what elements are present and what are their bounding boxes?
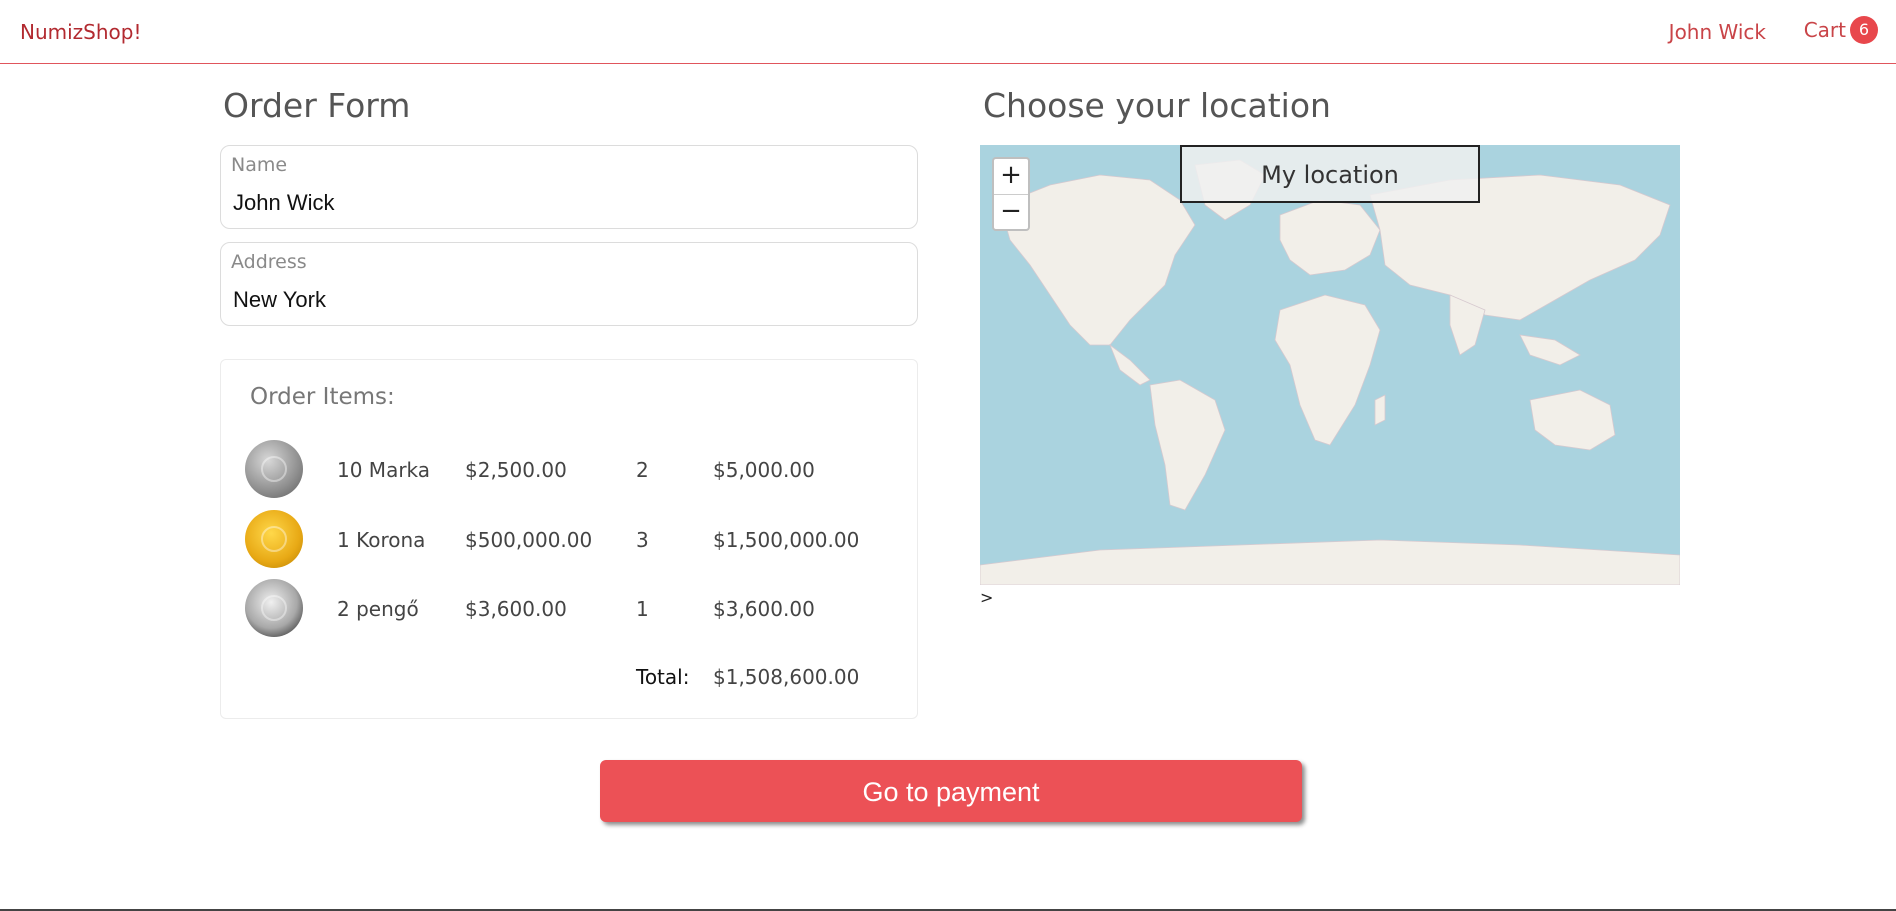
zoom-out-button[interactable]: − bbox=[994, 195, 1028, 230]
cart-label: Cart bbox=[1803, 18, 1846, 42]
name-input[interactable] bbox=[233, 190, 893, 216]
grey-coin-icon bbox=[245, 579, 303, 637]
order-items-card: Order Items: 10 Marka $2,500.00 2 $5,000… bbox=[220, 359, 918, 719]
address-input[interactable] bbox=[233, 287, 893, 313]
item-price: $500,000.00 bbox=[465, 528, 593, 552]
zoom-in-button[interactable]: + bbox=[994, 159, 1028, 195]
name-field[interactable]: Name bbox=[220, 145, 918, 229]
item-quantity: 3 bbox=[636, 528, 649, 552]
user-link[interactable]: John Wick bbox=[1669, 20, 1766, 44]
order-item-row: 1 Korona $500,000.00 3 $1,500,000.00 bbox=[221, 510, 919, 570]
cart-link[interactable]: Cart 6 bbox=[1804, 16, 1878, 44]
item-subtotal: $3,600.00 bbox=[713, 597, 815, 621]
item-price: $3,600.00 bbox=[465, 597, 567, 621]
item-quantity: 1 bbox=[636, 597, 649, 621]
address-field[interactable]: Address bbox=[220, 242, 918, 326]
map-zoom-control: + − bbox=[992, 157, 1030, 231]
item-quantity: 2 bbox=[636, 458, 649, 482]
item-name: 2 pengő bbox=[337, 597, 419, 621]
order-form-title: Order Form bbox=[223, 86, 411, 125]
navbar: NumizShop! John Wick Cart 6 bbox=[0, 0, 1896, 64]
location-title: Choose your location bbox=[983, 86, 1331, 125]
name-label: Name bbox=[231, 154, 288, 176]
my-location-button[interactable]: My location bbox=[1180, 145, 1480, 203]
order-item-row: 2 pengő $3,600.00 1 $3,600.00 bbox=[221, 579, 919, 639]
go-to-payment-button[interactable]: Go to payment bbox=[600, 760, 1302, 822]
item-subtotal: $5,000.00 bbox=[713, 458, 815, 482]
item-subtotal: $1,500,000.00 bbox=[713, 528, 860, 552]
total-label: Total: bbox=[636, 665, 690, 689]
total-value: $1,508,600.00 bbox=[713, 665, 860, 689]
item-price: $2,500.00 bbox=[465, 458, 567, 482]
world-map-image bbox=[980, 145, 1680, 585]
item-name: 1 Korona bbox=[337, 528, 426, 552]
brand-link[interactable]: NumizShop! bbox=[20, 20, 142, 44]
cart-count-badge: 6 bbox=[1850, 16, 1878, 44]
silver-coin-icon bbox=[245, 440, 303, 498]
order-items-title: Order Items: bbox=[250, 384, 395, 410]
map-trailing-text: > bbox=[980, 588, 994, 607]
gold-coin-icon bbox=[245, 510, 303, 568]
location-map[interactable]: + − My location bbox=[980, 145, 1680, 585]
address-label: Address bbox=[231, 251, 307, 273]
order-item-row: 10 Marka $2,500.00 2 $5,000.00 bbox=[221, 440, 919, 500]
item-name: 10 Marka bbox=[337, 458, 431, 482]
